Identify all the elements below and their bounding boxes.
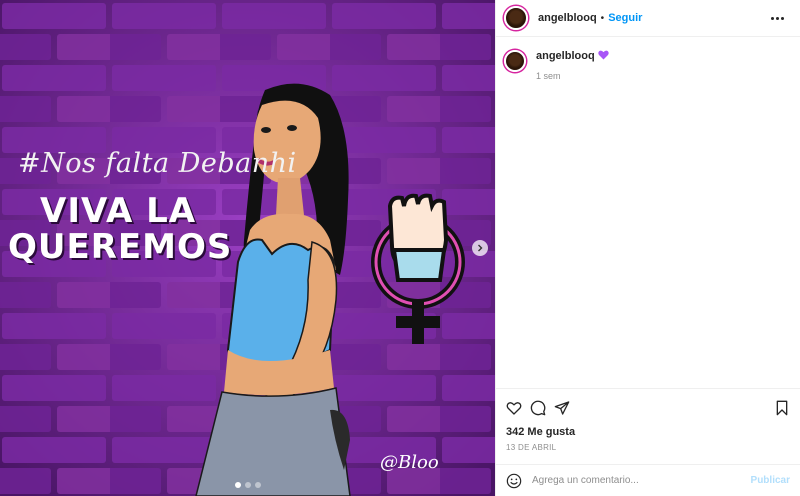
author-avatar[interactable] [504,6,528,30]
caption-avatar[interactable] [504,50,526,72]
post-image[interactable]: #Nos falta Debanhi VIVA LA QUEREMOS @Blo… [0,0,495,496]
share-icon[interactable] [554,400,570,416]
add-comment-bar: Publicar [496,464,800,496]
comment-icon[interactable] [530,400,546,416]
post-header: angelblooq • Seguir [496,0,800,37]
post-container: #Nos falta Debanhi VIVA LA QUEREMOS @Blo… [0,0,800,496]
author-username[interactable]: angelblooq [538,12,597,24]
header-separator: • [600,12,605,24]
image-headline: VIVA LA QUEREMOS [8,193,232,265]
image-headline-line2: QUEREMOS [8,227,233,267]
carousel-dot [234,482,241,488]
image-headline-line1: VIVA LA [40,191,197,231]
carousel-dot [244,482,251,488]
emoji-icon[interactable] [506,473,522,489]
likes-count[interactable]: 342 Me gusta [506,426,790,438]
image-signature: @Bloo [380,452,439,473]
caption-text: angelblooq [536,49,609,63]
follow-button[interactable]: Seguir [608,12,642,24]
image-hashtag-text: #Nos falta Debanhi [18,148,297,179]
comment-input[interactable] [532,475,751,486]
chevron-right-icon [478,244,483,252]
caption-timestamp: 1 sem [536,71,561,81]
carousel-next-button[interactable] [472,240,488,256]
post-date: 13 DE ABRIL [506,443,557,452]
post-actions: 342 Me gusta 13 DE ABRIL [496,388,800,464]
carousel-dot [254,482,261,488]
post-caption: angelblooq 1 sem [504,49,792,81]
bookmark-icon[interactable] [774,400,790,416]
carousel-indicator [0,482,495,488]
heart-icon[interactable] [506,400,522,416]
post-side-panel: angelblooq • Seguir angelblooq 1 sem 342… [495,0,800,496]
publish-button[interactable]: Publicar [751,475,790,486]
purple-heart-icon [597,50,609,60]
more-options-icon[interactable] [767,13,788,24]
caption-username[interactable]: angelblooq [536,50,595,62]
comments-section: angelblooq 1 sem [496,37,800,388]
